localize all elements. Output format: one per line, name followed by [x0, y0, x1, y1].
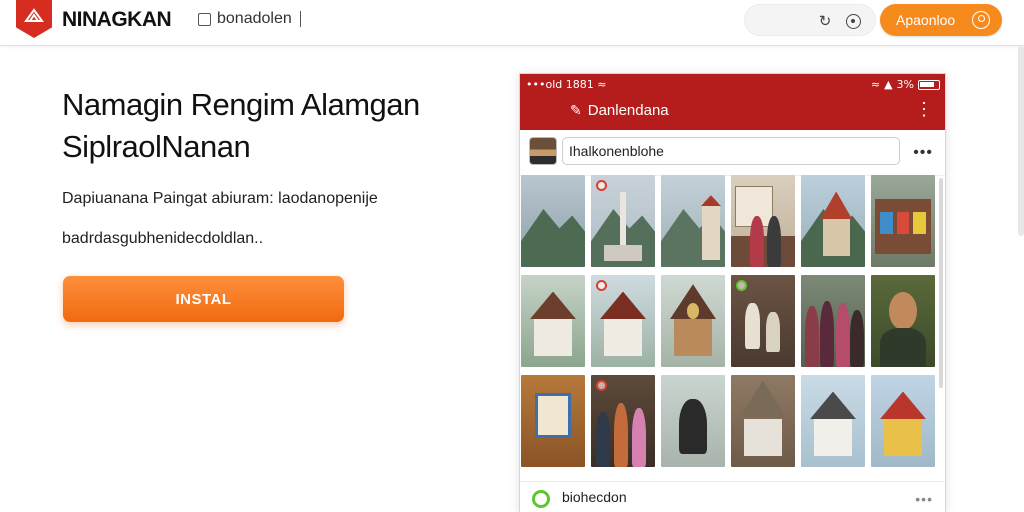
status-right: ≈ ▲ 3%: [871, 78, 940, 91]
photo-tile[interactable]: [801, 375, 865, 467]
footer-label[interactable]: biohecdon: [562, 489, 627, 505]
photo-tile[interactable]: [731, 175, 795, 267]
photo-tile[interactable]: [521, 275, 585, 367]
app-bar-title: ✎ Danlendana: [570, 102, 669, 119]
photo-tile[interactable]: [661, 375, 725, 467]
photo-tile[interactable]: [871, 275, 935, 367]
photo-tile[interactable]: [801, 175, 865, 267]
photo-tile[interactable]: [521, 375, 585, 467]
photo-grid: [520, 175, 945, 467]
install-app-button[interactable]: Apaonloo: [880, 4, 1002, 36]
online-status-icon: [532, 490, 550, 508]
photo-tile[interactable]: [661, 175, 725, 267]
phone-preview: •••old 1881 ≈ ≈ ▲ 3% ✎ Danlendana ⋮ Ihal…: [519, 73, 946, 512]
brand-name[interactable]: NINAGKAN: [62, 8, 172, 32]
photo-tile[interactable]: [871, 375, 935, 467]
page-scrollbar[interactable]: [1018, 46, 1024, 236]
avatar[interactable]: [529, 137, 557, 165]
status-bar: •••old 1881 ≈ ≈ ▲ 3%: [526, 78, 940, 91]
headline-line-1: Namagin Rengim Alamgan: [62, 87, 420, 122]
top-bar: NINAGKAN bonadolen ↻ Apaonloo: [0, 0, 1024, 46]
subtitle-line-1: Dapiuanana Paingat abiuram: laodanopenij…: [62, 190, 378, 207]
photo-tile[interactable]: [591, 175, 655, 267]
photo-tile[interactable]: [521, 175, 585, 267]
signal-icon: ▲: [884, 78, 893, 91]
phone-search-input[interactable]: Ihalkonenblohe: [562, 137, 900, 165]
subtitle-line-2: badrdasgubhenidecdoldlan..: [62, 230, 264, 247]
headline-line-2: SiplraolNanan: [62, 129, 251, 164]
more-options-icon[interactable]: ⋮: [915, 100, 933, 118]
user-icon: [972, 11, 990, 29]
photo-tile[interactable]: [801, 275, 865, 367]
phone-footer: biohecdon •••: [520, 481, 945, 512]
reload-icon[interactable]: ↻: [815, 11, 835, 31]
wifi-icon: ≈: [597, 78, 607, 91]
phone-app-bar: •••old 1881 ≈ ≈ ▲ 3% ✎ Danlendana ⋮: [520, 74, 945, 130]
photo-tile[interactable]: [871, 175, 935, 267]
text-cursor-icon: [299, 11, 301, 27]
page-icon: [198, 12, 211, 26]
phone-scrollbar[interactable]: [939, 178, 943, 388]
phone-search-row: Ihalkonenblohe •••: [520, 132, 945, 176]
photo-tile[interactable]: [731, 275, 795, 367]
browser-controls: ↻: [744, 4, 876, 36]
badge-icon: [596, 280, 607, 291]
photo-tile[interactable]: [591, 275, 655, 367]
status-left: •••old 1881 ≈: [526, 78, 607, 91]
badge-icon: [736, 280, 747, 291]
photo-tile[interactable]: [591, 375, 655, 467]
page-headline: Namagin Rengim Alamgan SiplraolNanan: [62, 84, 482, 168]
settings-icon[interactable]: [843, 11, 863, 31]
badge-icon: [596, 180, 607, 191]
photo-tile[interactable]: [731, 375, 795, 467]
battery-icon: [918, 79, 940, 90]
brand-logo-icon[interactable]: [16, 0, 52, 38]
photo-tile[interactable]: [661, 275, 725, 367]
badge-icon: [596, 380, 607, 391]
breadcrumb-label: bonadolen: [217, 10, 292, 27]
wifi-icon-right: ≈: [870, 78, 881, 91]
more-horizontal-icon[interactable]: •••: [915, 491, 933, 507]
install-app-label: Apaonloo: [896, 12, 956, 28]
more-horizontal-icon[interactable]: •••: [913, 144, 933, 162]
breadcrumb[interactable]: bonadolen: [198, 10, 301, 28]
pencil-icon[interactable]: ✎: [570, 102, 582, 119]
install-button[interactable]: INSTAL: [63, 276, 344, 322]
